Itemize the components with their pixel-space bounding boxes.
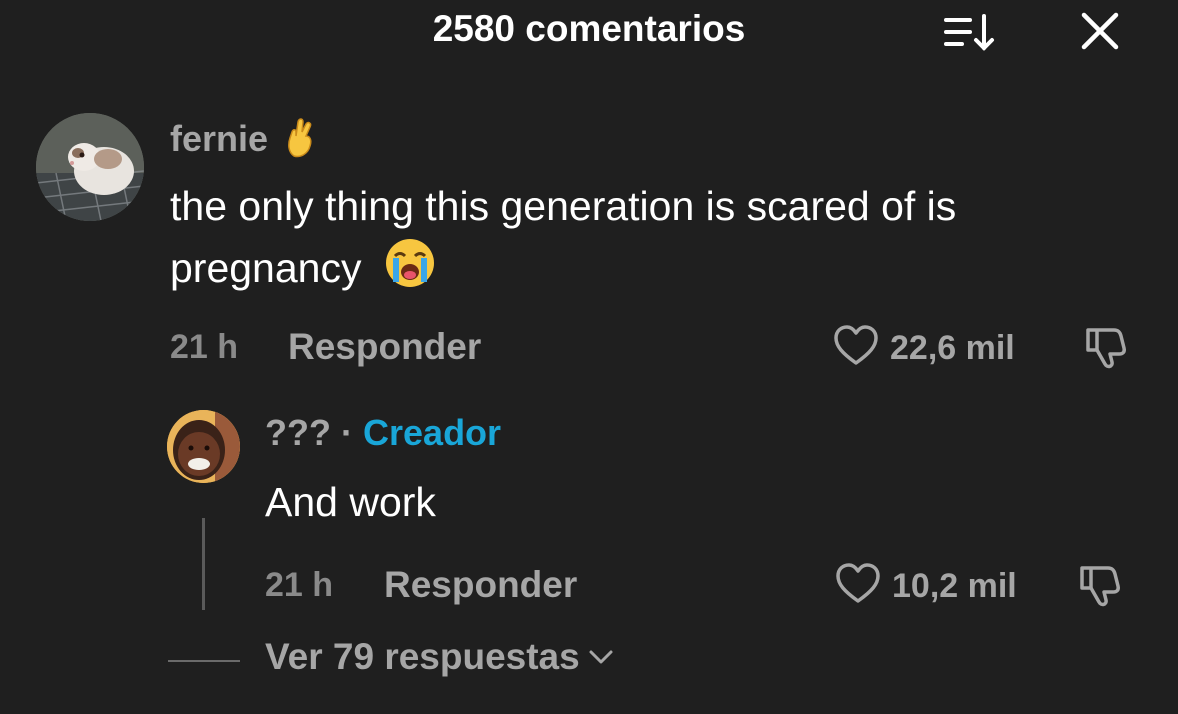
view-replies-button[interactable]: Ver 79 respuestas	[265, 636, 614, 678]
heart-icon	[834, 560, 882, 613]
view-replies-divider	[168, 660, 240, 662]
reply-reply-button[interactable]: Responder	[384, 564, 577, 606]
reply-button[interactable]: Responder	[288, 326, 481, 368]
sort-icon[interactable]	[938, 8, 1000, 56]
like-count: 22,6 mil	[890, 329, 1015, 367]
reply-username-row: ??? · Creador	[265, 412, 502, 453]
like-button[interactable]: 22,6 mil	[832, 322, 1015, 375]
loudly-crying-face-icon	[383, 236, 437, 306]
comment-text: the only thing this generation is scared…	[170, 176, 956, 306]
thread-line	[202, 518, 205, 610]
comment-time: 21 h	[170, 328, 239, 366]
dislike-icon[interactable]	[1076, 560, 1126, 615]
comment-text-line2: pregnancy	[170, 236, 956, 306]
reply-like-button[interactable]: 10,2 mil	[834, 560, 1017, 613]
reply-like-count: 10,2 mil	[892, 567, 1017, 605]
chevron-down-icon	[588, 647, 614, 667]
creator-badge: Creador	[363, 412, 502, 453]
reply-time: 21 h	[265, 566, 334, 604]
close-icon[interactable]	[1074, 8, 1126, 56]
crossed-fingers-icon	[284, 116, 316, 167]
reply-username[interactable]: ???	[265, 412, 331, 453]
reply-text: And work	[265, 479, 436, 525]
heart-icon	[832, 322, 880, 375]
avatar[interactable]	[36, 113, 144, 221]
comments-count-title: 2580 comentarios	[432, 8, 746, 49]
reply-avatar[interactable]	[167, 410, 240, 483]
comment-username[interactable]: fernie	[170, 116, 316, 167]
dislike-icon[interactable]	[1082, 322, 1132, 377]
comments-sheet: 2580 comentarios fernie the only thing t…	[0, 0, 1178, 714]
